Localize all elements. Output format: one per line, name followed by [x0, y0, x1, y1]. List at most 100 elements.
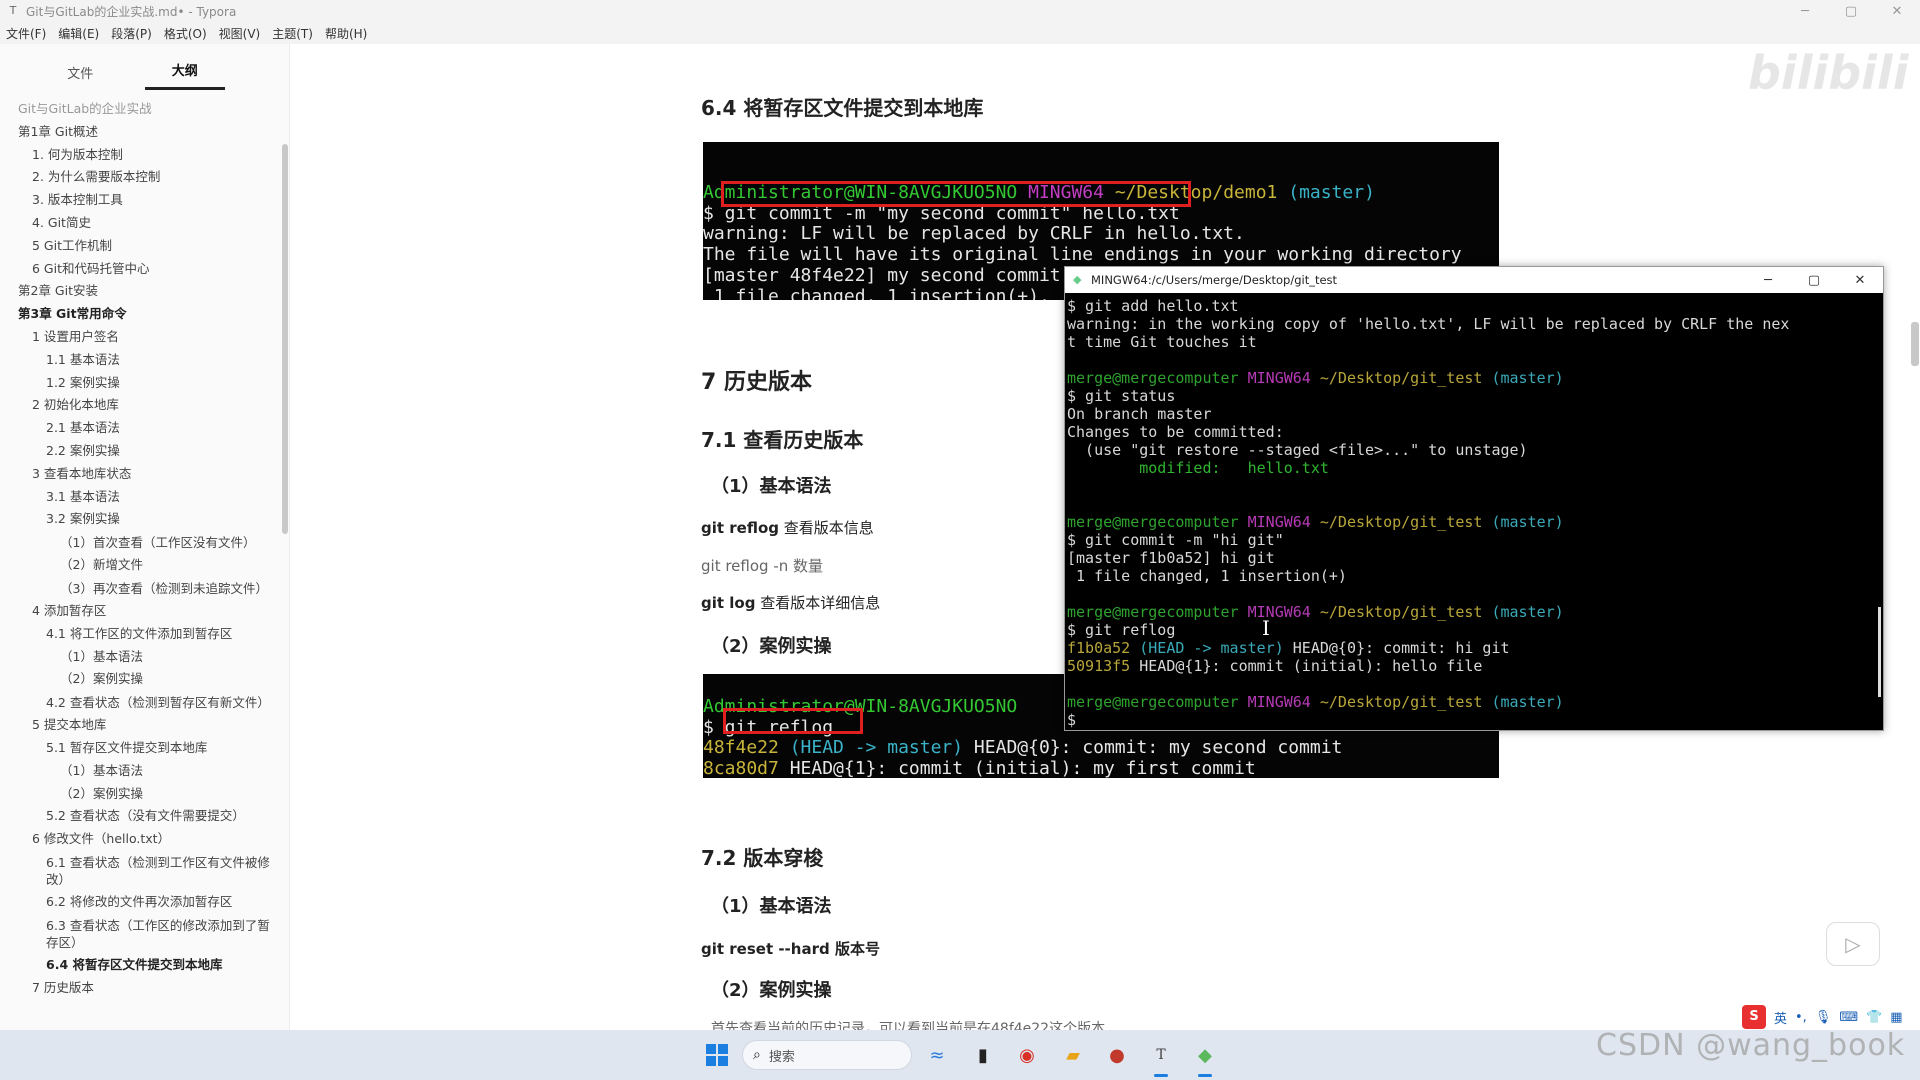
terminal-scrollbar[interactable]	[1878, 607, 1881, 697]
term-prompt-user: merge@mergecomputer	[1067, 693, 1239, 711]
task-view-icon[interactable]: ▮	[970, 1042, 996, 1068]
highlight-box	[721, 181, 1191, 207]
git-bash-taskbar-icon[interactable]: ◆	[1192, 1042, 1218, 1068]
outline-item[interactable]: 6.4 将暂存区文件提交到本地库	[0, 954, 280, 977]
widget-icon[interactable]: ≈	[910, 1042, 964, 1068]
outline-item[interactable]: 5.2 查看状态（没有文件需要提交）	[0, 805, 280, 828]
term-line: $ git add hello.txt	[1067, 297, 1239, 315]
sidebar-scrollbar[interactable]	[282, 144, 288, 534]
terminal-window-controls: ─ ▢ ✕	[1745, 267, 1883, 293]
reflog-desc: 查看版本信息	[779, 519, 874, 537]
outline-item[interactable]: 1. 何为版本控制	[0, 144, 280, 167]
outline-item[interactable]: 4 添加暂存区	[0, 600, 280, 623]
outline-item[interactable]: 3. 版本控制工具	[0, 189, 280, 212]
terminal-output[interactable]: $ git add hello.txt warning: in the work…	[1065, 293, 1885, 732]
skin-icon[interactable]: 👕	[1866, 1010, 1882, 1025]
terminal-maximize-button[interactable]: ▢	[1791, 267, 1837, 293]
term-prompt-branch: (master)	[1491, 693, 1564, 711]
git-bash-window[interactable]: ◆ MINGW64:/c/Users/merge/Desktop/git_tes…	[1064, 266, 1884, 731]
editor-scrollbar[interactable]	[1911, 322, 1919, 366]
outline-item[interactable]: 5.1 暂存区文件提交到本地库	[0, 737, 280, 760]
git-bash-icon: ◆	[1073, 273, 1082, 286]
chrome-icon[interactable]: ◉	[1014, 1042, 1040, 1068]
outline-item[interactable]: 4. Git简史	[0, 212, 280, 235]
tab-files[interactable]: 文件	[40, 63, 121, 90]
log-desc: 查看版本详细信息	[755, 594, 881, 612]
term-line: HEAD@{1}: commit (initial): hello file	[1130, 657, 1483, 675]
outline-item[interactable]: 6.1 查看状态（检测到工作区有文件被修改）	[0, 851, 270, 891]
menu-edit[interactable]: 编辑(E)	[58, 25, 99, 42]
menu-view[interactable]: 视图(V)	[219, 25, 261, 42]
microphone-icon[interactable]: 🎙	[1815, 1010, 1832, 1025]
term-line: On branch master	[1067, 405, 1212, 423]
outline-item[interactable]: 第1章 Git概述	[0, 121, 280, 144]
outline-item[interactable]: 2 初始化本地库	[0, 394, 280, 417]
window-controls: ─ ▢ ✕	[1782, 0, 1920, 22]
outline-item[interactable]: 3.2 案例实操	[0, 508, 280, 531]
outline-item[interactable]: 4.1 将工作区的文件添加到暂存区	[0, 623, 280, 646]
file-explorer-icon[interactable]: ▰	[1060, 1042, 1086, 1068]
maximize-button[interactable]: ▢	[1828, 0, 1874, 22]
outline-item[interactable]: 6.3 查看状态（工作区的修改添加到了暂存区）	[0, 914, 270, 954]
minimize-button[interactable]: ─	[1782, 0, 1828, 22]
terminal-minimize-button[interactable]: ─	[1745, 267, 1791, 293]
bilibili-watermark: bilibili	[1748, 46, 1909, 100]
term-prompt-env: MINGW64	[1247, 603, 1311, 621]
outline-item[interactable]: （3）再次查看（检测到未追踪文件）	[0, 577, 270, 600]
menu-bar: 文件(F) 编辑(E) 段落(P) 格式(O) 视图(V) 主题(T) 帮助(H…	[0, 22, 1920, 44]
para-reflog-n: git reflog -n 数量	[701, 557, 824, 575]
outline-item[interactable]: 5 提交本地库	[0, 714, 280, 737]
outline-item[interactable]: 2.1 基本语法	[0, 417, 280, 440]
outline-item[interactable]: （2）案例实操	[0, 783, 280, 806]
ime-language[interactable]: 英	[1774, 1008, 1787, 1027]
outline-item[interactable]: （2）新增文件	[0, 554, 280, 577]
taskbar-search[interactable]: ⌕ 搜索	[742, 1040, 912, 1070]
term-prompt-user: merge@mergecomputer	[1067, 603, 1239, 621]
tab-outline[interactable]: 大纲	[144, 60, 225, 90]
close-button[interactable]: ✕	[1874, 0, 1920, 22]
menu-paragraph[interactable]: 段落(P)	[111, 25, 152, 42]
outline-item[interactable]: 7 历史版本	[0, 977, 280, 1000]
outline-item[interactable]: 6 修改文件（hello.txt）	[0, 828, 280, 851]
heading-7: 7 历史版本	[701, 370, 812, 395]
outline-item[interactable]: 1.2 案例实操	[0, 372, 280, 395]
outline-item[interactable]: 3.1 基本语法	[0, 486, 280, 509]
outline-item[interactable]: 2.2 案例实操	[0, 440, 280, 463]
outline-item[interactable]: （2）案例实操	[0, 668, 280, 691]
menu-format[interactable]: 格式(O)	[164, 25, 207, 42]
term-line-modified: modified: hello.txt	[1067, 459, 1329, 477]
outline-item[interactable]: （1）基本语法	[0, 760, 280, 783]
heading-7-2: 7.2 版本穿梭	[701, 846, 824, 870]
term-line: warning: in the working copy of 'hello.t…	[1067, 315, 1790, 333]
outline-item[interactable]: 1.1 基本语法	[0, 349, 280, 372]
menu-file[interactable]: 文件(F)	[6, 25, 46, 42]
windows-start-icon[interactable]	[706, 1044, 728, 1066]
terminal-close-button[interactable]: ✕	[1837, 267, 1883, 293]
video-app-icon[interactable]: ●	[1104, 1042, 1130, 1068]
outline-item[interactable]: 4.2 查看状态（检测到暂存区有新文件）	[0, 691, 270, 714]
play-icon[interactable]: ▷	[1826, 922, 1880, 966]
outline-item[interactable]: （1）首次查看（工作区没有文件）	[0, 531, 270, 554]
typora-taskbar-icon[interactable]: T	[1148, 1042, 1174, 1068]
outline-item[interactable]: 6 Git和代码托管中心	[0, 258, 280, 281]
shot1-prompt-branch: (master)	[1288, 181, 1375, 203]
punctuation-icon[interactable]: •,	[1795, 1010, 1807, 1025]
outline-item[interactable]: 第3章 Git常用命令	[0, 303, 280, 326]
term-prompt-env: MINGW64	[1247, 693, 1311, 711]
heading-case-1: （2）案例实操	[711, 636, 832, 657]
outline-item[interactable]: Git与GitLab的企业实战	[0, 98, 280, 121]
menu-theme[interactable]: 主题(T)	[272, 25, 313, 42]
toolbox-icon[interactable]: ▦	[1890, 1010, 1902, 1025]
menu-help[interactable]: 帮助(H)	[325, 25, 367, 42]
outline-item[interactable]: 1 设置用户签名	[0, 326, 280, 349]
term-line: $ git reflog	[1067, 621, 1176, 639]
outline-item[interactable]: 6.2 将修改的文件再次添加暂存区	[0, 891, 280, 914]
outline-item[interactable]: 第2章 Git安装	[0, 280, 280, 303]
keyboard-icon[interactable]: ⌨	[1839, 1010, 1858, 1025]
sogou-ime-icon[interactable]: S	[1742, 1005, 1766, 1029]
outline-item[interactable]: （1）基本语法	[0, 646, 280, 669]
outline-item[interactable]: 5 Git工作机制	[0, 235, 280, 258]
outline-item[interactable]: 2. 为什么需要版本控制	[0, 166, 280, 189]
outline-item[interactable]: 3 查看本地库状态	[0, 463, 280, 486]
outline-list: Git与GitLab的企业实战 第1章 Git概述 1. 何为版本控制 2. 为什么需…	[0, 94, 280, 1024]
